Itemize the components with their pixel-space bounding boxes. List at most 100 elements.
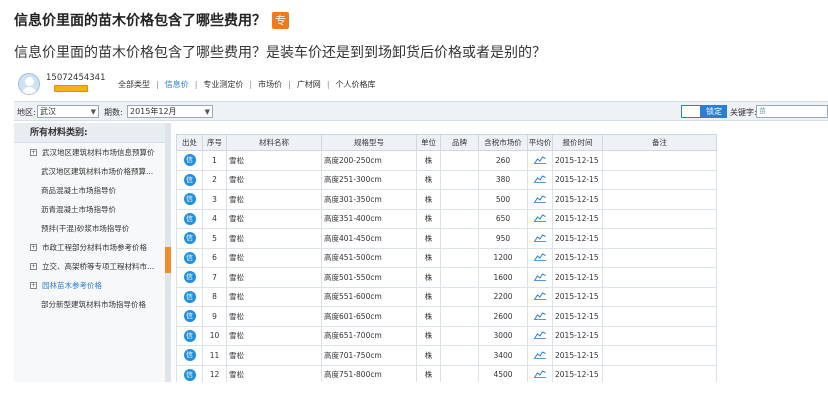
- keyword-input[interactable]: 苗: [756, 105, 828, 118]
- lock-toggle[interactable]: [681, 105, 701, 118]
- sidebar-item[interactable]: 沥青混凝土市场指导价: [14, 200, 170, 219]
- sidebar-item[interactable]: 武汉地区建筑材料市场价格预算...: [14, 162, 170, 181]
- lock-button[interactable]: 锁定: [701, 105, 727, 118]
- table-row[interactable]: 信 1 雪松 高度200-250cm 株 260 2015-12-15: [176, 150, 717, 171]
- column-header[interactable]: 出处: [176, 134, 203, 151]
- expand-icon[interactable]: +: [30, 244, 37, 251]
- trend-chart-icon[interactable]: [534, 175, 546, 185]
- cell-brand: [440, 169, 479, 190]
- sidebar-item-label: 市政工程部分材料市场参考价格: [42, 243, 147, 252]
- avatar-icon[interactable]: [18, 73, 40, 95]
- sidebar-item[interactable]: + 武汉地区建筑材料市场信息预算价: [14, 143, 170, 162]
- table-row[interactable]: 信 12 雪松 高度751-800cm 株 4500 2015-12-15: [176, 364, 717, 382]
- trend-chart-icon[interactable]: [534, 273, 546, 283]
- table-row[interactable]: 信 4 雪松 高度351-400cm 株 650 2015-12-15: [176, 208, 717, 229]
- info-price-badge-icon[interactable]: 信: [183, 212, 196, 225]
- expand-icon[interactable]: +: [30, 149, 37, 156]
- trend-chart-icon[interactable]: [534, 312, 546, 322]
- table-row[interactable]: 信 9 雪松 高度601-650cm 株 2600 2015-12-15: [176, 306, 717, 327]
- cell-price: 380: [478, 169, 528, 190]
- cell-name: 雪松: [226, 247, 322, 268]
- trend-chart-icon[interactable]: [534, 370, 546, 380]
- column-header[interactable]: 平均价: [527, 134, 553, 151]
- info-price-badge-icon[interactable]: 信: [183, 232, 196, 245]
- column-header[interactable]: 规格型号: [321, 134, 417, 151]
- trend-chart-icon[interactable]: [534, 351, 546, 361]
- embedded-screenshot: 15072454341 全部类型 | 信息价 | 专业测定价 | 市场价 | 广材网 | 个人价格库…: [14, 70, 828, 382]
- nav-separator: |: [326, 80, 330, 89]
- info-price-badge-icon[interactable]: 信: [183, 193, 196, 206]
- info-price-badge-icon[interactable]: 信: [183, 271, 196, 284]
- table-row[interactable]: 信 3 雪松 高度301-350cm 株 500 2015-12-15: [176, 189, 717, 210]
- cell-spec: 高度351-400cm: [321, 208, 417, 229]
- nav-tab[interactable]: 信息价: [165, 79, 189, 90]
- cell-avg: [527, 306, 553, 327]
- nav-tab[interactable]: 全部类型: [118, 79, 150, 90]
- table-row[interactable]: 信 2 雪松 高度251-300cm 株 380 2015-12-15: [176, 169, 717, 190]
- sidebar-item-label: 预拌(干混)砂浆市场指导价: [41, 224, 130, 233]
- trend-chart-icon[interactable]: [534, 195, 546, 205]
- table-row[interactable]: 信 7 雪松 高度501-550cm 株 1600 2015-12-15: [176, 267, 717, 288]
- info-price-badge-icon[interactable]: 信: [183, 349, 196, 362]
- cell-date: 2015-12-15: [552, 150, 603, 171]
- info-price-badge-icon[interactable]: 信: [183, 154, 196, 167]
- table-row[interactable]: 信 11 雪松 高度701-750cm 株 3400 2015-12-15: [176, 345, 717, 366]
- trend-chart-icon[interactable]: [534, 214, 546, 224]
- sidebar-item[interactable]: 预拌(干混)砂浆市场指导价: [14, 219, 170, 238]
- expand-icon[interactable]: +: [30, 263, 37, 270]
- trend-chart-icon[interactable]: [534, 234, 546, 244]
- cell-spec: 高度701-750cm: [321, 345, 417, 366]
- cell-brand: [440, 364, 479, 382]
- column-header[interactable]: 单位: [416, 134, 441, 151]
- category-list: + 武汉地区建筑材料市场信息预算价 武汉地区建筑材料市场价格预算... 商品混凝土市场…: [14, 143, 170, 314]
- info-price-badge-icon[interactable]: 信: [183, 329, 196, 342]
- info-price-badge-icon[interactable]: 信: [183, 290, 196, 303]
- sidebar-item[interactable]: + 市政工程部分材料市场参考价格: [14, 238, 170, 257]
- expand-icon[interactable]: +: [30, 282, 37, 289]
- table-row[interactable]: 信 5 雪松 高度401-450cm 株 950 2015-12-15: [176, 228, 717, 249]
- cell-date: 2015-12-15: [552, 286, 603, 307]
- trend-chart-icon[interactable]: [534, 253, 546, 263]
- table-row[interactable]: 信 8 雪松 高度551-600cm 株 2200 2015-12-15: [176, 286, 717, 307]
- question-body: 信息价里面的苗木价格包含了哪些费用？是装车价还是到到场卸货后价格或者是别的？: [14, 45, 546, 61]
- table-row[interactable]: 信 10 雪松 高度651-700cm 株 3000 2015-12-15: [176, 325, 717, 346]
- trend-chart-icon[interactable]: [534, 292, 546, 302]
- nav-tab[interactable]: 市场价: [258, 79, 282, 90]
- cell-name: 雪松: [226, 364, 322, 382]
- sidebar-item[interactable]: 部分新型建筑材料市场指导价格: [14, 295, 170, 314]
- cell-avg: [527, 189, 553, 210]
- sidebar-item[interactable]: + 立交、高架桥等专项工程材料市...: [14, 257, 170, 276]
- sidebar-item[interactable]: + 园林苗木参考价格: [14, 276, 170, 295]
- info-price-badge-icon[interactable]: 信: [183, 173, 196, 186]
- cell-source: 信: [176, 247, 203, 268]
- region-select[interactable]: 武汉 ▼: [37, 105, 99, 118]
- period-select[interactable]: 2015年12月 ▼: [127, 105, 213, 118]
- info-price-badge-icon[interactable]: 信: [183, 368, 196, 381]
- info-price-badge-icon[interactable]: 信: [183, 310, 196, 323]
- cell-brand: [440, 325, 479, 346]
- cell-date: 2015-12-15: [552, 267, 603, 288]
- nav-separator: |: [156, 80, 159, 89]
- cell-spec: 高度601-650cm: [321, 306, 417, 327]
- column-header[interactable]: 品牌: [440, 134, 479, 151]
- cell-unit: 株: [416, 169, 441, 190]
- column-header[interactable]: 含税市场价: [478, 134, 528, 151]
- cell-unit: 株: [416, 345, 441, 366]
- cell-remark: [602, 247, 717, 268]
- sidebar-item[interactable]: 商品混凝土市场指导价: [14, 181, 170, 200]
- nav-tab[interactable]: 专业测定价: [203, 79, 243, 90]
- cell-spec: 高度651-700cm: [321, 325, 417, 346]
- nav-tab[interactable]: 个人价格库: [336, 79, 376, 90]
- collapse-handle[interactable]: [165, 247, 171, 273]
- trend-chart-icon[interactable]: [534, 331, 546, 341]
- table-row[interactable]: 信 6 雪松 高度451-500cm 株 1200 2015-12-15: [176, 247, 717, 268]
- nav-tab[interactable]: 广材网: [297, 79, 321, 90]
- info-price-badge-icon[interactable]: 信: [183, 251, 196, 264]
- sidebar-splitter[interactable]: [165, 123, 171, 382]
- column-header[interactable]: 序号: [202, 134, 227, 151]
- column-header[interactable]: 材料名称: [226, 134, 322, 151]
- column-header[interactable]: 备注: [602, 134, 717, 151]
- column-header[interactable]: 报价时间: [552, 134, 603, 151]
- cell-remark: [602, 286, 717, 307]
- trend-chart-icon[interactable]: [534, 156, 546, 166]
